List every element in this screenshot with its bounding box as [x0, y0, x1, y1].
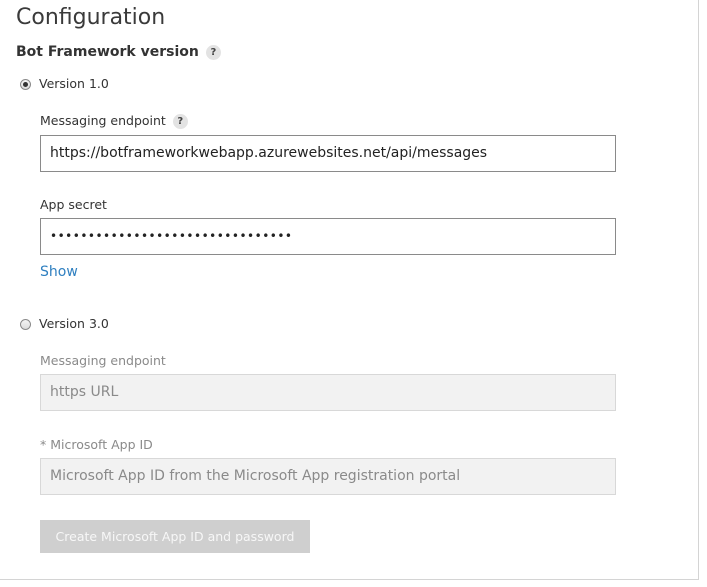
- help-icon[interactable]: ?: [205, 44, 221, 60]
- show-secret-link[interactable]: Show: [40, 263, 78, 281]
- configuration-panel: Configuration Bot Framework version ? Ve…: [0, 0, 699, 580]
- v3-messaging-endpoint-label: Messaging endpoint: [40, 353, 166, 368]
- version-1-option[interactable]: Version 1.0: [20, 75, 109, 93]
- section-label: Bot Framework version: [16, 44, 199, 60]
- messaging-endpoint-label: Messaging endpoint ?: [40, 112, 188, 130]
- microsoft-app-id-input[interactable]: Microsoft App ID from the Microsoft App …: [40, 458, 616, 495]
- version-3-option[interactable]: Version 3.0: [20, 315, 109, 333]
- version-1-radio[interactable]: [20, 78, 31, 90]
- page-title: Configuration: [16, 5, 166, 30]
- messaging-endpoint-input[interactable]: https://botframeworkwebapp.azurewebsites…: [40, 135, 616, 172]
- version-3-label: Version 3.0: [39, 316, 109, 331]
- help-icon[interactable]: ?: [172, 113, 188, 129]
- version-1-label: Version 1.0: [39, 76, 109, 91]
- microsoft-app-id-label: * Microsoft App ID: [40, 437, 153, 452]
- create-app-id-button[interactable]: Create Microsoft App ID and password: [40, 520, 310, 553]
- version-3-radio[interactable]: [20, 318, 31, 330]
- app-secret-input[interactable]: ••••••••••••••••••••••••••••••••: [40, 218, 616, 255]
- bot-framework-version-heading: Bot Framework version ?: [16, 42, 221, 62]
- v3-messaging-endpoint-input[interactable]: https URL: [40, 374, 616, 411]
- app-secret-label: App secret: [40, 197, 107, 212]
- messaging-endpoint-label-text: Messaging endpoint: [40, 113, 166, 128]
